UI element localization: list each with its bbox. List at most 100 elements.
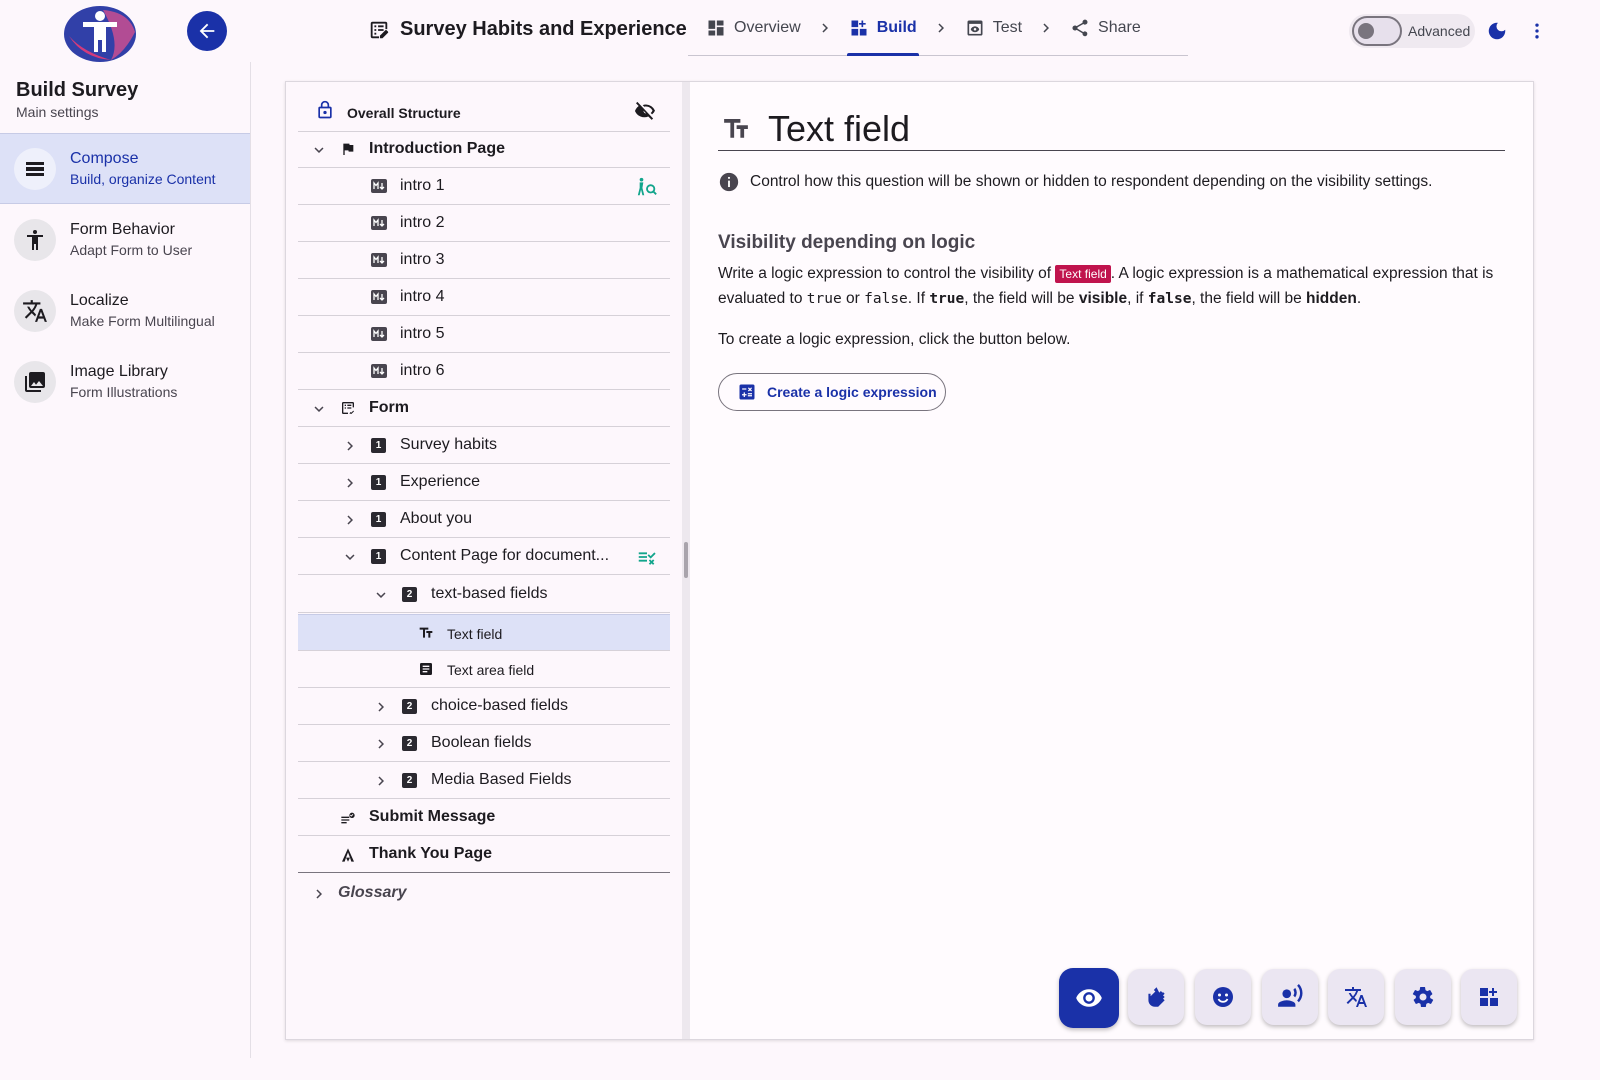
- settings-icon: [1412, 987, 1434, 1007]
- hidden-word: hidden: [1306, 289, 1357, 307]
- chevron-right-icon[interactable]: [372, 698, 390, 716]
- tree-row-intro-1[interactable]: intro 1: [298, 168, 670, 205]
- tree-row-text-area-field[interactable]: Text area field: [298, 651, 670, 688]
- info-text: Control how this question will be shown …: [750, 173, 1433, 190]
- tree-row-label: Thank You Page: [369, 845, 492, 862]
- tree-row-form[interactable]: Form: [298, 390, 670, 427]
- create-logic-label: Create a logic expression: [767, 384, 937, 400]
- chevron-right-icon[interactable]: [341, 474, 359, 492]
- survey-title-text: Survey Habits and Experience: [400, 18, 687, 40]
- chevron-down-icon[interactable]: [341, 548, 359, 566]
- back-button[interactable]: [187, 11, 227, 51]
- resize-handle[interactable]: [684, 542, 688, 578]
- tree-header-label: Overall Structure: [347, 105, 461, 121]
- form-icon: [340, 400, 356, 416]
- text-area-icon: [417, 661, 435, 677]
- tree-row-group-choice-based[interactable]: 2 choice-based fields: [298, 688, 670, 725]
- tree-row-thank-you-page[interactable]: Thank You Page: [298, 836, 670, 873]
- sign-language-fab[interactable]: [1128, 969, 1184, 1025]
- sidebar-header: Build Survey Main settings: [0, 62, 250, 133]
- tree-row-label: intro 5: [400, 325, 445, 342]
- tree-row-page-survey-habits[interactable]: 1 Survey habits: [298, 427, 670, 464]
- visible-word: visible: [1078, 289, 1128, 307]
- sidebar-item-title: Compose: [70, 150, 139, 167]
- tree-row-label: Media Based Fields: [431, 771, 572, 788]
- tree-row-label: choice-based fields: [431, 697, 568, 714]
- tree-row-introduction-page[interactable]: Introduction Page: [298, 131, 670, 168]
- tree-row-intro-2[interactable]: intro 2: [298, 205, 670, 242]
- chevron-down-icon[interactable]: [372, 586, 390, 604]
- chevron-right-icon[interactable]: [310, 885, 328, 903]
- sidebar-item-subtitle: Make Form Multilingual: [70, 313, 215, 329]
- page-number-icon: 1: [371, 438, 386, 453]
- tree-header: Overall Structure: [298, 90, 670, 132]
- tree-row-page-about-you[interactable]: 1 About you: [298, 501, 670, 538]
- translate-fab[interactable]: [1328, 969, 1384, 1025]
- rule-icon[interactable]: [636, 546, 658, 568]
- tree-row-intro-3[interactable]: intro 3: [298, 242, 670, 279]
- chevron-right-icon[interactable]: [341, 437, 359, 455]
- settings-fab[interactable]: [1395, 969, 1451, 1025]
- tree-row-intro-5[interactable]: intro 5: [298, 316, 670, 353]
- sidebar-item-compose[interactable]: Compose Build, organize Content: [0, 133, 250, 204]
- sidebar-item-form-behavior[interactable]: Form Behavior Adapt Form to User: [0, 204, 250, 275]
- tab-build[interactable]: Build: [846, 0, 919, 56]
- tree-row-intro-4[interactable]: intro 4: [298, 279, 670, 316]
- chevron-down-icon[interactable]: [310, 141, 328, 159]
- tab-share[interactable]: Share: [1068, 0, 1143, 56]
- sidebar-item-image-library[interactable]: Image Library Form Illustrations: [0, 346, 250, 417]
- page-number-label: 1: [371, 512, 386, 527]
- para-text: or: [846, 289, 860, 307]
- tree-row-group-text-based[interactable]: 2 text-based fields: [298, 576, 670, 613]
- detail-title-text: Text field: [768, 107, 911, 149]
- emoji-fab[interactable]: [1195, 969, 1251, 1025]
- create-logic-button[interactable]: Create a logic expression: [718, 373, 946, 411]
- advanced-switch[interactable]: [1352, 16, 1402, 46]
- tree-row-label: Form: [369, 399, 409, 416]
- chevron-right-icon[interactable]: [372, 735, 390, 753]
- visibility-off-icon[interactable]: [634, 99, 658, 123]
- tree-row-submit-message[interactable]: Submit Message: [298, 799, 670, 836]
- advanced-toggle[interactable]: Advanced: [1349, 14, 1475, 48]
- tree-row-intro-6[interactable]: intro 6: [298, 353, 670, 390]
- tree-row-label: Text area field: [447, 662, 535, 678]
- sidebar-item-localize[interactable]: Localize Make Form Multilingual: [0, 275, 250, 346]
- add-widget-fab[interactable]: [1461, 969, 1517, 1025]
- para-text: , if: [1127, 289, 1144, 307]
- group-number-label: 2: [402, 736, 417, 751]
- tree-row-page-content[interactable]: 1 Content Page for document...: [298, 538, 670, 575]
- chevron-down-icon[interactable]: [310, 400, 328, 418]
- sidebar-item-title: Localize: [70, 292, 129, 309]
- tree-row-label: intro 6: [400, 362, 445, 379]
- tab-share-label: Share: [1098, 18, 1141, 36]
- tab-test[interactable]: Test: [963, 0, 1024, 56]
- tree-row-label: intro 4: [400, 288, 445, 305]
- tab-build-label: Build: [876, 18, 917, 36]
- submit-message-icon: [340, 810, 356, 826]
- sidebar-item-title: Image Library: [70, 363, 168, 380]
- chevron-right-icon[interactable]: [341, 511, 359, 529]
- accessibility-icon: [14, 218, 56, 261]
- tree-row-group-boolean[interactable]: 2 Boolean fields: [298, 725, 670, 762]
- more-vert-icon[interactable]: [1527, 20, 1547, 42]
- tree-row-text-field[interactable]: Text field: [298, 614, 670, 651]
- visibility-icon: [1076, 989, 1102, 1007]
- tree-row-glossary[interactable]: Glossary: [298, 875, 670, 912]
- build-icon: [851, 20, 867, 35]
- voice-icon: [1278, 984, 1303, 1007]
- group-number-icon: 2: [402, 773, 417, 788]
- voice-fab[interactable]: [1262, 969, 1318, 1025]
- tree-row-page-experience[interactable]: 1 Experience: [298, 464, 670, 501]
- group-number-icon: 2: [402, 699, 417, 714]
- chevron-right-icon: [803, 19, 847, 37]
- dark-mode-icon[interactable]: [1486, 20, 1508, 42]
- tab-overview[interactable]: Overview: [704, 0, 803, 56]
- chevron-right-icon[interactable]: [372, 772, 390, 790]
- translate-search-icon[interactable]: [636, 176, 658, 198]
- form-edit-icon: [370, 21, 389, 38]
- app-logo: [63, 2, 137, 62]
- compose-icon: [14, 147, 56, 190]
- preview-fab[interactable]: [1059, 968, 1119, 1028]
- info-icon: [719, 172, 739, 192]
- tree-row-group-media[interactable]: 2 Media Based Fields: [298, 762, 670, 799]
